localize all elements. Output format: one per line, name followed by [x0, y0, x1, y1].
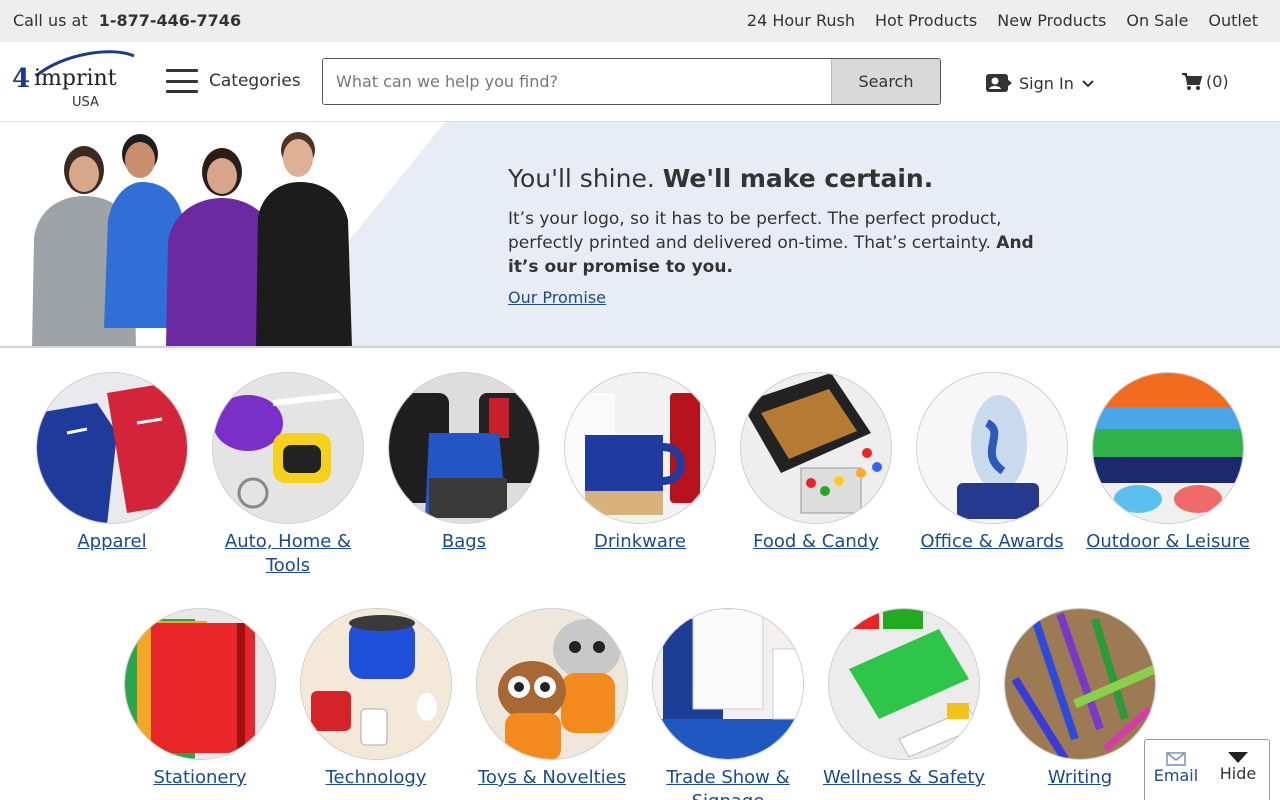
- our-promise-link[interactable]: Our Promise: [508, 288, 606, 307]
- category-office-awards[interactable]: Office & Awards: [904, 372, 1080, 554]
- cart-count: (0): [1206, 72, 1229, 91]
- caret-down-icon: [1228, 752, 1248, 763]
- writing-image[interactable]: [1004, 608, 1156, 760]
- link-on-sale[interactable]: On Sale: [1126, 11, 1188, 30]
- category-label-auto-home-tools[interactable]: Auto, Home & Tools: [200, 530, 376, 578]
- hide-label: Hide: [1219, 764, 1257, 783]
- phone-number[interactable]: 1-877-446-7746: [99, 11, 241, 30]
- utility-bar: Call us at 1-877-446-7746 24 Hour Rush H…: [0, 0, 1280, 42]
- call-us: Call us at 1-877-446-7746: [13, 11, 241, 30]
- category-label-wellness-safety[interactable]: Wellness & Safety: [816, 766, 992, 790]
- chevron-down-icon: [1082, 80, 1094, 88]
- hide-button[interactable]: Hide: [1207, 740, 1269, 800]
- hamburger-icon: [166, 69, 198, 93]
- category-apparel[interactable]: Apparel: [24, 372, 200, 554]
- category-drinkware[interactable]: Drinkware: [552, 372, 728, 554]
- trade-show-signage-image[interactable]: [652, 608, 804, 760]
- category-label-toys-novelties[interactable]: Toys & Novelties: [464, 766, 640, 790]
- category-label-office-awards[interactable]: Office & Awards: [904, 530, 1080, 554]
- wellness-safety-image[interactable]: [828, 608, 980, 760]
- site-header: 4 imprint USA Categories Search Sign In …: [0, 42, 1280, 122]
- link-hot-products[interactable]: Hot Products: [875, 11, 977, 30]
- technology-image[interactable]: [300, 608, 452, 760]
- sign-in-label: Sign In: [1019, 73, 1074, 93]
- category-writing[interactable]: Writing: [992, 608, 1168, 790]
- category-technology[interactable]: Technology: [288, 608, 464, 790]
- hero-banner: You'll shine. We'll make certain. It’s y…: [0, 122, 1280, 348]
- cart-button[interactable]: (0): [1182, 72, 1229, 91]
- category-label-apparel[interactable]: Apparel: [24, 530, 200, 554]
- envelope-icon: [1166, 752, 1186, 766]
- search-bar: Search: [322, 58, 941, 105]
- apparel-image[interactable]: [36, 372, 188, 524]
- stationery-image[interactable]: [124, 608, 276, 760]
- food-candy-image[interactable]: [740, 372, 892, 524]
- category-label-outdoor-leisure[interactable]: Outdoor & Leisure: [1080, 530, 1256, 554]
- cart-icon: [1182, 72, 1202, 90]
- hero-body: It’s your logo, so it has to be perfect.…: [508, 207, 1068, 279]
- feedback-tab: Email Hide: [1144, 739, 1270, 800]
- bags-image[interactable]: [388, 372, 540, 524]
- account-card-icon: [986, 74, 1012, 92]
- sign-in-button[interactable]: Sign In: [985, 72, 1096, 94]
- logo-word: imprint: [34, 66, 117, 91]
- call-us-label: Call us at: [13, 11, 88, 30]
- category-stationery[interactable]: Stationery: [112, 608, 288, 790]
- category-bags[interactable]: Bags: [376, 372, 552, 554]
- hero-body-regular: It’s your logo, so it has to be perfect.…: [508, 209, 1002, 253]
- email-button[interactable]: Email: [1145, 740, 1207, 800]
- category-label-bags[interactable]: Bags: [376, 530, 552, 554]
- link-new-products[interactable]: New Products: [997, 11, 1106, 30]
- category-toys-novelties[interactable]: Toys & Novelties: [464, 608, 640, 790]
- category-label-writing[interactable]: Writing: [992, 766, 1168, 790]
- site-logo[interactable]: 4 imprint USA: [12, 50, 136, 112]
- outdoor-leisure-image[interactable]: [1092, 372, 1244, 524]
- hero-title: You'll shine. We'll make certain.: [508, 164, 1068, 193]
- category-label-technology[interactable]: Technology: [288, 766, 464, 790]
- link-24-hour-rush[interactable]: 24 Hour Rush: [747, 11, 855, 30]
- search-button[interactable]: Search: [831, 59, 940, 104]
- category-wellness-safety[interactable]: Wellness & Safety: [816, 608, 992, 790]
- search-input[interactable]: [323, 59, 831, 104]
- hero-title-bold: We'll make certain.: [662, 164, 934, 193]
- logo-number: 4: [12, 64, 31, 94]
- logo-country: USA: [72, 95, 99, 110]
- team-photo-image: [32, 132, 352, 348]
- hero-copy: You'll shine. We'll make certain. It’s y…: [508, 164, 1068, 307]
- categories-label: Categories: [209, 71, 301, 91]
- category-label-stationery[interactable]: Stationery: [112, 766, 288, 790]
- drinkware-image[interactable]: [564, 372, 716, 524]
- top-links: 24 Hour Rush Hot Products New Products O…: [747, 11, 1258, 30]
- hero-title-light: You'll shine.: [508, 164, 655, 193]
- category-label-trade-show-signage[interactable]: Trade Show & Signage: [640, 766, 816, 800]
- category-trade-show-signage[interactable]: Trade Show & Signage: [640, 608, 816, 800]
- toys-novelties-image[interactable]: [476, 608, 628, 760]
- category-auto-home-tools[interactable]: Auto, Home & Tools: [200, 372, 376, 578]
- category-outdoor-leisure[interactable]: Outdoor & Leisure: [1080, 372, 1256, 554]
- link-outlet[interactable]: Outlet: [1208, 11, 1258, 30]
- auto-home-tools-image[interactable]: [212, 372, 364, 524]
- office-awards-image[interactable]: [916, 372, 1068, 524]
- category-label-food-candy[interactable]: Food & Candy: [728, 530, 904, 554]
- category-food-candy[interactable]: Food & Candy: [728, 372, 904, 554]
- email-label: Email: [1153, 766, 1199, 785]
- hero-divider: [0, 346, 1280, 348]
- category-label-drinkware[interactable]: Drinkware: [552, 530, 728, 554]
- categories-menu-button[interactable]: Categories: [166, 69, 301, 93]
